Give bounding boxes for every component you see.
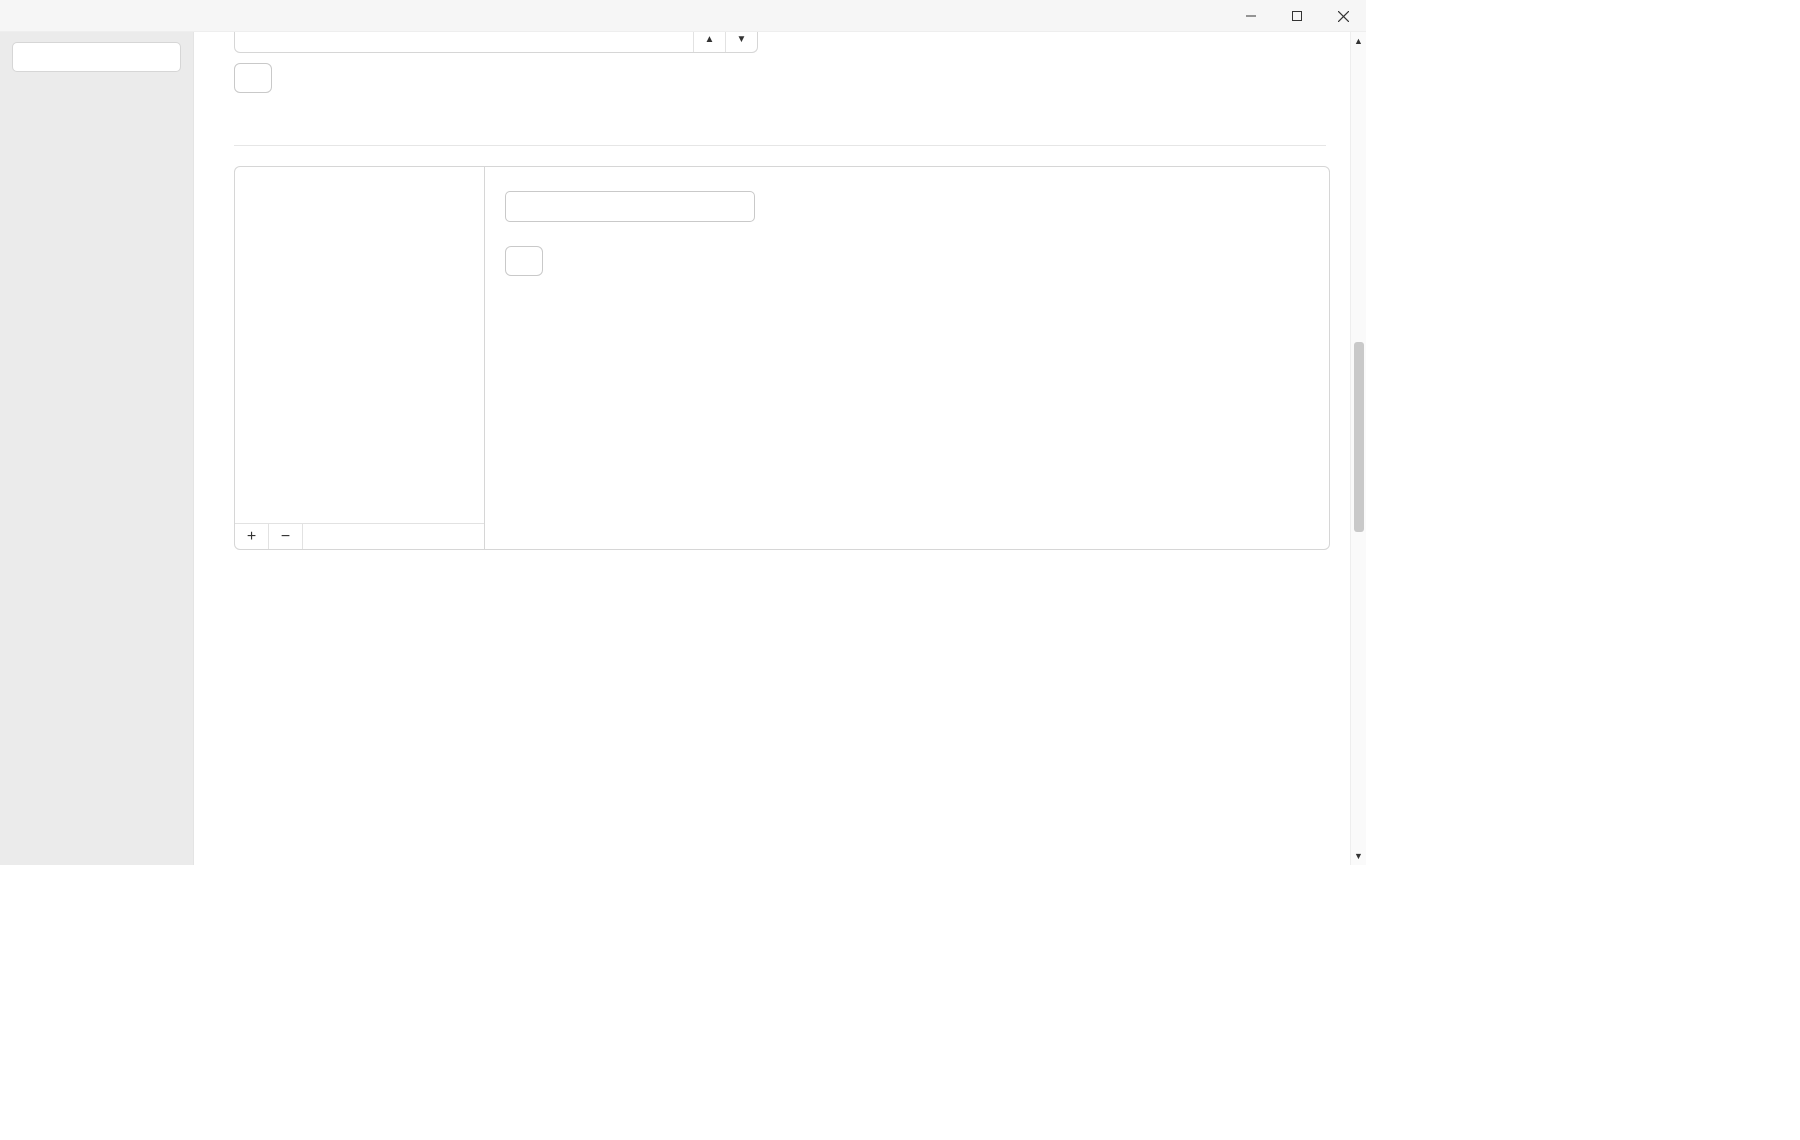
sidebar-search-input[interactable]: [12, 42, 181, 72]
scroll-up-arrow-icon[interactable]: ▲: [1354, 32, 1363, 50]
window-maximize-button[interactable]: [1274, 0, 1320, 32]
test-chain-button[interactable]: [505, 246, 543, 276]
window-close-button[interactable]: [1320, 0, 1366, 32]
chain-add-button[interactable]: +: [235, 524, 269, 549]
chain-list: + −: [235, 167, 485, 549]
scroll-down-arrow-icon[interactable]: ▼: [1354, 847, 1363, 865]
scrollbar-thumb[interactable]: [1354, 342, 1364, 532]
chain-name-input[interactable]: [505, 191, 755, 222]
priority-list: ▲ ▼: [234, 32, 758, 53]
vertical-scrollbar[interactable]: ▲ ▼: [1350, 32, 1366, 865]
settings-sidebar: [0, 32, 194, 865]
settings-main-panel: ▲ ▼ + −: [194, 32, 1366, 865]
reset-priority-button[interactable]: [234, 63, 272, 93]
window-titlebar: [0, 0, 1366, 32]
priority-move-down-button[interactable]: ▼: [725, 32, 757, 52]
priority-move-up-button[interactable]: ▲: [693, 32, 725, 52]
chain-detail-panel: [485, 167, 1329, 549]
section-divider: [234, 145, 1326, 146]
window-minimize-button[interactable]: [1228, 0, 1274, 32]
command-chain-editor: + −: [234, 166, 1330, 550]
chain-remove-button[interactable]: −: [269, 524, 303, 549]
